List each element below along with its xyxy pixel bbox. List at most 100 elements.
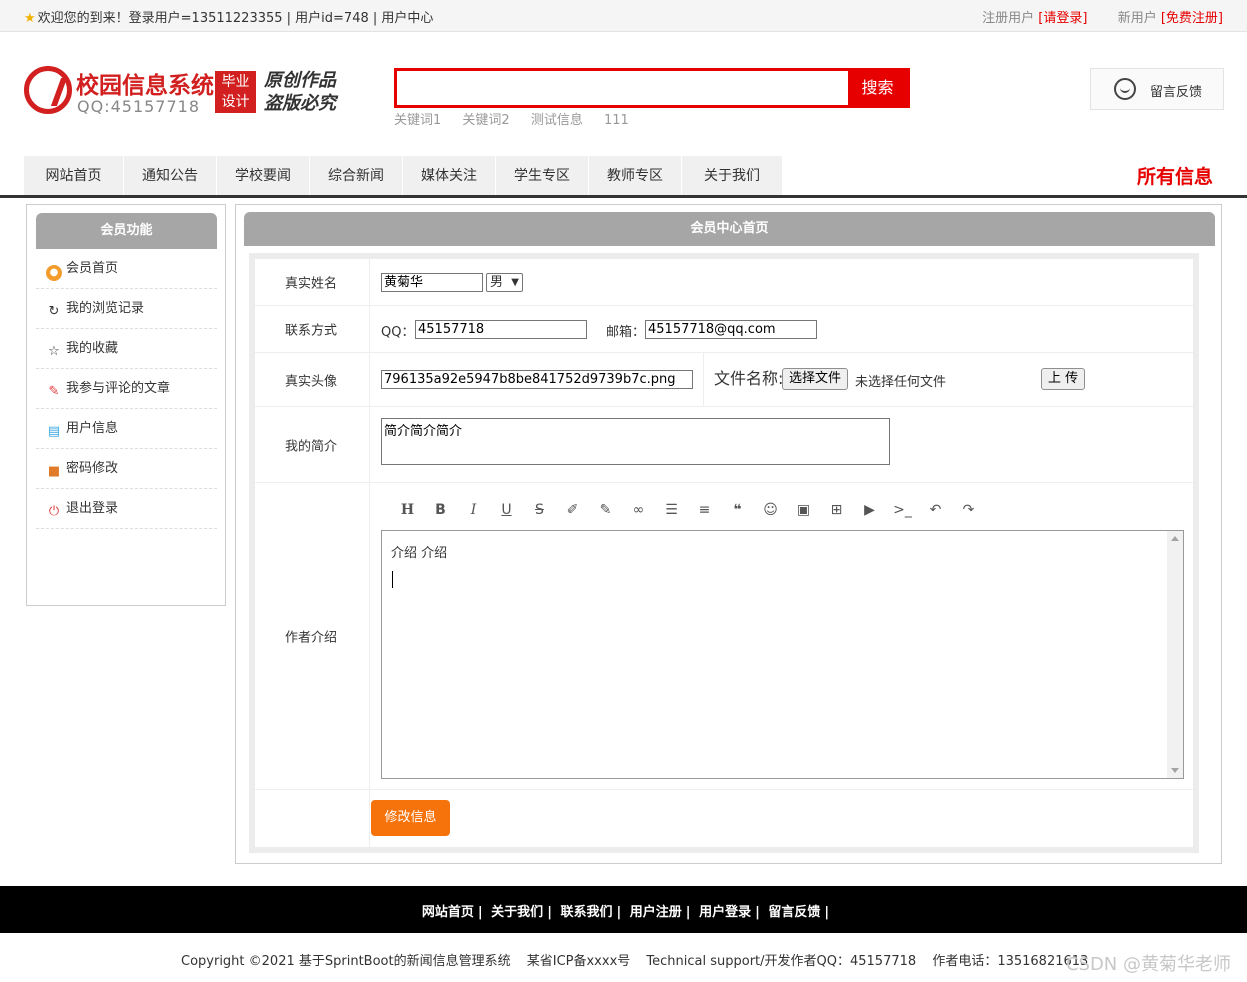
name-input[interactable]: 黄菊华 xyxy=(381,273,483,292)
contact-label: 联系方式 xyxy=(285,323,338,339)
site-qq: QQ:45157718 xyxy=(77,97,201,116)
site-logo[interactable]: 校园信息系统 QQ:45157718 毕业 设计 原创作品 盗版必究 xyxy=(24,66,354,118)
keyword-link[interactable]: 111 xyxy=(604,113,629,128)
paint-brush-icon[interactable]: ✎ xyxy=(589,498,622,522)
footer: 网站首页 | 关于我们 | 联系我们 | 用户注册 | 用户登录 | 留言反馈 | xyxy=(0,886,1247,933)
emoji-icon[interactable]: ☺ xyxy=(754,498,787,522)
footer-link-login[interactable]: 用户登录 xyxy=(699,905,751,920)
strikethrough-icon[interactable]: S xyxy=(523,498,556,522)
update-info-button[interactable]: 修改信息 xyxy=(371,800,450,836)
bold-icon[interactable]: B xyxy=(424,498,457,522)
sidebar-item-comments[interactable]: ✎ 我参与评论的文章 xyxy=(36,369,217,409)
all-info-link[interactable]: 所有信息 xyxy=(1137,162,1213,189)
intro-textarea[interactable]: 简介简介简介 xyxy=(381,418,890,465)
link-icon[interactable]: ∞ xyxy=(622,498,655,522)
graduation-tag: 毕业 设计 xyxy=(215,71,256,113)
code-icon[interactable]: >_ xyxy=(886,498,919,522)
text-cursor xyxy=(392,571,393,588)
sidebar-item-history[interactable]: ↻ 我的浏览记录 xyxy=(36,289,217,329)
welcome-text: ★ 欢迎您的到来！登录用户=13511223355 | 用户id=748 | 用户… xyxy=(24,11,434,26)
nav-item-home[interactable]: 网站首页 xyxy=(24,156,124,196)
quote-icon[interactable]: ❝ xyxy=(721,498,754,522)
search-button[interactable]: 搜索 xyxy=(848,71,907,105)
intro-label: 我的简介 xyxy=(285,439,338,454)
sidebar-item-logout[interactable]: ⏻ 退出登录 xyxy=(36,489,217,529)
history-icon: ↻ xyxy=(48,304,60,319)
undo-icon[interactable]: ↶ xyxy=(919,498,952,522)
search-keywords: 关键词1 关键词2 测试信息 111 xyxy=(394,109,646,128)
row-name: 真实姓名 黄菊华 男 ▼ xyxy=(255,259,1193,306)
star-icon: ★ xyxy=(24,11,36,26)
gender-select[interactable]: 男 ▼ xyxy=(486,273,523,292)
chevron-down-icon: ▼ xyxy=(511,277,519,288)
nav-item-students[interactable]: 学生专区 xyxy=(496,156,589,196)
editor-toolbar: H B I U S ✐ ✎ ∞ ☰ ≡ ❝ ☺ ▣ ⊞ ▶ >_ ↶ ↷ xyxy=(391,498,985,522)
list-icon[interactable]: ☰ xyxy=(655,498,688,522)
author-intro-label: 作者介绍 xyxy=(285,630,338,646)
email-input[interactable]: 45157718@qq.com xyxy=(645,320,817,339)
image-icon[interactable]: ▣ xyxy=(787,498,820,522)
nav-item-media[interactable]: 媒体关注 xyxy=(403,156,496,196)
register-link[interactable]: [免费注册] xyxy=(1161,11,1223,26)
footer-link-feedback[interactable]: 留言反馈 xyxy=(768,905,820,920)
nav-item-notice[interactable]: 通知公告 xyxy=(124,156,217,196)
italic-icon[interactable]: I xyxy=(457,498,490,522)
heading-icon[interactable]: H xyxy=(391,498,424,522)
star-outline-icon: ☆ xyxy=(48,344,60,359)
home-icon: ● xyxy=(46,265,62,281)
sidebar-item-password[interactable]: ■ 密码修改 xyxy=(36,449,217,489)
scroll-down-icon[interactable] xyxy=(1171,768,1179,773)
sidebar-item-user-info[interactable]: ▤ 用户信息 xyxy=(36,409,217,449)
align-icon[interactable]: ≡ xyxy=(688,498,721,522)
highlight-icon[interactable]: ✐ xyxy=(556,498,589,522)
rich-text-editor[interactable]: 介绍 介绍 xyxy=(381,530,1184,779)
scroll-up-icon[interactable] xyxy=(1171,536,1179,541)
footer-link-home[interactable]: 网站首页 xyxy=(422,905,474,920)
lock-icon: ■ xyxy=(47,464,61,479)
avatar-path-input[interactable]: 796135a92e5947b8be841752d9739b7c.png xyxy=(381,370,693,389)
footer-links: 网站首页 | 关于我们 | 联系我们 | 用户注册 | 用户登录 | 留言反馈 | xyxy=(421,905,830,920)
row-author-intro: 作者介绍 H B I U S ✐ ✎ ∞ ☰ ≡ ❝ ☺ ▣ ⊞ ▶ >_ ↶ … xyxy=(255,483,1193,790)
qq-input[interactable]: 45157718 xyxy=(415,320,587,339)
footer-link-about[interactable]: 关于我们 xyxy=(491,905,543,920)
nav-item-school-news[interactable]: 学校要闻 xyxy=(217,156,310,196)
main-title: 会员中心首页 xyxy=(244,212,1215,246)
footer-link-register[interactable]: 用户注册 xyxy=(630,905,682,920)
row-intro: 我的简介 简介简介简介 xyxy=(255,407,1193,483)
headset-icon xyxy=(1114,78,1136,100)
nav-item-general-news[interactable]: 综合新闻 xyxy=(310,156,403,196)
sidebar-item-member-home[interactable]: ● 会员首页 xyxy=(36,249,217,289)
sidebar-title: 会员功能 xyxy=(36,213,217,249)
row-avatar: 真实头像 796135a92e5947b8be841752d9739b7c.pn… xyxy=(255,353,1193,407)
nav-item-teachers[interactable]: 教师专区 xyxy=(589,156,682,196)
nav-divider xyxy=(0,195,1247,198)
feedback-button[interactable]: 留言反馈 xyxy=(1090,68,1224,110)
account-links: 注册用户 [请登录] 新用户 [免费注册] xyxy=(982,11,1223,26)
search-input[interactable] xyxy=(397,71,851,105)
search-box: 搜索 xyxy=(394,68,910,108)
sidebar-item-favorites[interactable]: ☆ 我的收藏 xyxy=(36,329,217,369)
footer-link-contact[interactable]: 联系我们 xyxy=(560,905,612,920)
profile-form: 真实姓名 黄菊华 男 ▼ 联系方式 QQ： 45157718 邮箱： 451577… xyxy=(249,253,1199,853)
login-link[interactable]: [请登录] xyxy=(1038,11,1087,26)
name-label: 真实姓名 xyxy=(285,276,338,292)
editor-scrollbar[interactable] xyxy=(1167,531,1183,778)
nav-item-about[interactable]: 关于我们 xyxy=(682,156,783,196)
copyright: Copyright ©2021 基于SprintBoot的新闻信息管理系统 某省… xyxy=(181,954,1089,969)
underline-icon[interactable]: U xyxy=(490,498,523,522)
top-bar: ★ 欢迎您的到来！登录用户=13511223355 | 用户id=748 | 用户… xyxy=(0,0,1247,32)
clipboard-icon: ▤ xyxy=(47,424,61,439)
keyword-link[interactable]: 关键词2 xyxy=(462,113,509,128)
choose-file-button[interactable]: 选择文件 xyxy=(782,368,849,390)
redo-icon[interactable]: ↷ xyxy=(952,498,985,522)
power-icon: ⏻ xyxy=(48,504,60,519)
logo-icon xyxy=(24,66,72,114)
table-icon[interactable]: ⊞ xyxy=(820,498,853,522)
main-nav: 网站首页 通知公告 学校要闻 综合新闻 媒体关注 学生专区 教师专区 关于我们 … xyxy=(24,156,1247,196)
video-icon[interactable]: ▶ xyxy=(853,498,886,522)
watermark: CSDN @黄菊华老师 xyxy=(1065,954,1231,975)
upload-button[interactable]: 上 传 xyxy=(1041,368,1086,390)
keyword-link[interactable]: 测试信息 xyxy=(531,113,583,128)
avatar-label: 真实头像 xyxy=(285,374,338,389)
keyword-link[interactable]: 关键词1 xyxy=(394,113,441,128)
